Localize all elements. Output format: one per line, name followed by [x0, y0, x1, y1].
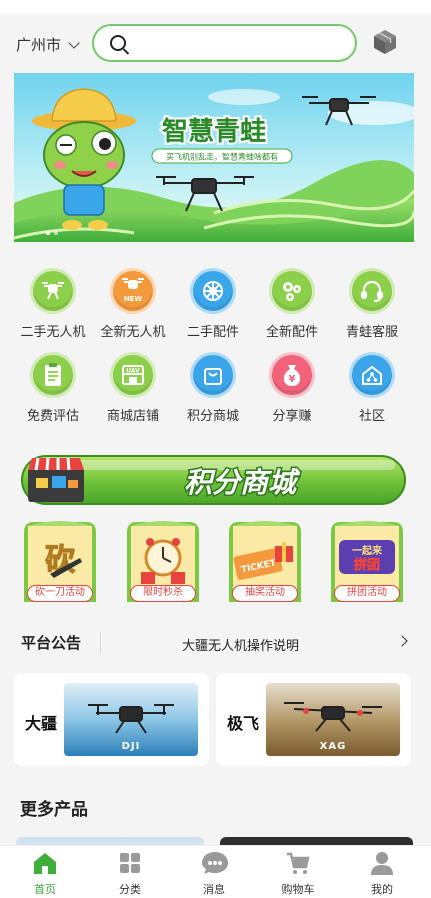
- new-drone-icon: NEW: [110, 268, 156, 314]
- cube-icon[interactable]: [372, 28, 398, 56]
- category-free-evaluation[interactable]: 免费评估: [13, 352, 93, 424]
- uav-badge: UAV: [126, 368, 140, 375]
- top-bar: 广州市: [0, 14, 431, 74]
- tab-profile[interactable]: 我的: [339, 850, 425, 897]
- bottom-tab-bar: 首页 分类 消息 购物车 我的: [0, 845, 431, 898]
- tab-home[interactable]: 首页: [2, 850, 88, 897]
- category-mall-store[interactable]: UAV 商城店铺: [93, 352, 173, 424]
- category-customer-service[interactable]: 青蛙客服: [332, 268, 412, 340]
- search-icon: [110, 35, 126, 51]
- category-used-parts[interactable]: 二手配件: [173, 268, 253, 340]
- category-label: 分享赚: [272, 409, 312, 424]
- activity-flash-sale[interactable]: 限时秒杀: [123, 518, 203, 606]
- category-label: 青蛙客服: [345, 325, 398, 340]
- category-grid-icon: [117, 850, 143, 876]
- cart-icon: [285, 850, 311, 876]
- message-icon: [201, 850, 228, 876]
- headset-icon: [349, 268, 395, 314]
- category-new-parts[interactable]: 全新配件: [252, 268, 332, 340]
- tab-label: 消息: [203, 883, 225, 896]
- tab-label: 首页: [34, 883, 56, 896]
- tab-label: 购物车: [281, 883, 315, 896]
- brand-tag: DJI: [121, 741, 141, 752]
- new-badge: NEW: [124, 295, 143, 303]
- tab-cart[interactable]: 购物车: [255, 850, 341, 897]
- status-bar: [0, 0, 431, 14]
- tab-messages[interactable]: 消息: [171, 850, 257, 897]
- points-mall-banner[interactable]: 积分商城: [20, 448, 407, 510]
- category-label: 二手配件: [186, 325, 239, 340]
- drone-icon: [30, 268, 76, 314]
- profile-icon: [369, 850, 395, 876]
- category-label: 免费评估: [26, 409, 79, 424]
- alarm-clock-icon: [144, 538, 182, 577]
- flower-gear-icon: [269, 268, 315, 314]
- svg-text:¥: ¥: [289, 374, 296, 385]
- activity-group-buy[interactable]: 一起来 拼团 拼团活动: [327, 518, 407, 606]
- activity-lottery[interactable]: TICKET 抽奖活动: [225, 518, 305, 606]
- tab-category[interactable]: 分类: [87, 850, 173, 897]
- brand-tag: XAG: [319, 741, 347, 752]
- divider: [100, 632, 101, 654]
- tab-label: 我的: [371, 883, 393, 896]
- shopping-bag-icon: [190, 352, 236, 398]
- category-new-drone[interactable]: NEW 全新无人机: [93, 268, 173, 340]
- platform-notice[interactable]: 平台公告 大疆无人机操作说明: [0, 622, 431, 662]
- brand-card-dji[interactable]: 大疆 DJI: [14, 673, 209, 766]
- money-bag-icon: ¥: [269, 352, 315, 398]
- notice-text[interactable]: 大疆无人机操作说明: [182, 635, 299, 654]
- brand-card-xag[interactable]: 极飞 XAG: [216, 673, 411, 766]
- banner-subtitle: 买飞机别乱走，智慧青蛙啥都有: [166, 152, 278, 162]
- category-label: 二手无人机: [20, 325, 86, 340]
- points-mall-title: 积分商城: [184, 466, 301, 499]
- community-icon: [349, 352, 395, 398]
- more-products-title: 更多产品: [20, 800, 88, 820]
- group-buy-icon: 一起来 拼团: [339, 540, 395, 574]
- chevron-down-icon: [68, 36, 80, 49]
- home-icon: [32, 850, 58, 876]
- chevron-right-icon[interactable]: [396, 635, 408, 647]
- activity-label: 限时秒杀: [130, 585, 196, 602]
- activity-bargain[interactable]: 砍 砍一刀活动: [20, 518, 100, 606]
- category-used-drone[interactable]: 二手无人机: [13, 268, 93, 340]
- city-selector[interactable]: 广州市: [16, 34, 80, 55]
- gear-wheel-icon: [190, 268, 236, 314]
- tab-label: 分类: [119, 883, 141, 896]
- brand-name: 大疆: [25, 714, 58, 733]
- activity-label: 砍一刀活动: [27, 585, 93, 602]
- category-label: 商城店铺: [106, 409, 159, 424]
- city-label: 广州市: [16, 36, 62, 54]
- clipboard-icon: [30, 352, 76, 398]
- group-buy-art-bottom: 拼团: [354, 557, 380, 573]
- category-label: 社区: [358, 409, 385, 424]
- uav-store-icon: UAV: [110, 352, 156, 398]
- group-buy-art-top: 一起来: [352, 544, 383, 557]
- brand-image: XAG: [266, 683, 400, 756]
- category-community[interactable]: 社区: [332, 352, 412, 424]
- activity-label: 拼团活动: [334, 585, 400, 602]
- brand-name: 极飞: [227, 714, 260, 733]
- promo-banner[interactable]: 智慧青蛙 买飞机别乱走，智慧青蛙啥都有: [14, 73, 414, 242]
- category-points-mall[interactable]: 积分商城: [173, 352, 253, 424]
- activity-label: 抽奖活动: [232, 585, 298, 602]
- brand-image: DJI: [64, 683, 198, 756]
- category-label: 全新无人机: [100, 325, 166, 340]
- banner-title: 智慧青蛙: [162, 117, 266, 147]
- search-input[interactable]: [92, 24, 357, 62]
- category-share-earn[interactable]: ¥ 分享赚: [252, 352, 332, 424]
- category-label: 积分商城: [186, 409, 239, 424]
- notice-title: 平台公告: [21, 634, 82, 652]
- category-label: 全新配件: [265, 325, 318, 340]
